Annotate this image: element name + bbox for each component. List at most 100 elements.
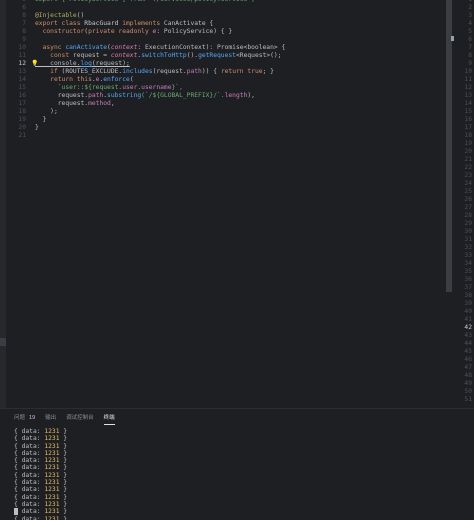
code-token: length bbox=[224, 92, 248, 99]
code-token: enforce bbox=[103, 76, 130, 83]
code-token: ( bbox=[129, 76, 134, 83]
line-number-gutter: 568789101112131415161718192021 bbox=[6, 0, 28, 408]
code-line[interactable]: request.path.substring(`/${GLOBAL_PREFIX… bbox=[35, 92, 255, 100]
code-token: context bbox=[110, 44, 138, 51]
code-line[interactable]: const request = context.switchToHttp().g… bbox=[35, 52, 281, 60]
code-line[interactable]: request.method, bbox=[35, 100, 115, 108]
terminal-text: } bbox=[59, 500, 68, 508]
code-token: console. bbox=[35, 60, 81, 67]
code-line[interactable]: } bbox=[35, 124, 39, 132]
terminal-line: { data: 1231 } bbox=[14, 494, 454, 501]
terminal-text: } bbox=[59, 457, 68, 465]
terminal-number: 1231 bbox=[44, 464, 60, 472]
code-editor[interactable]: 568789101112131415161718192021 💡 import … bbox=[0, 0, 474, 408]
secondary-line-number: 36 bbox=[464, 276, 472, 283]
panel-tab[interactable]: 调试控制台 bbox=[66, 413, 94, 425]
code-token: switchToHttp bbox=[141, 52, 187, 59]
secondary-line-number: 17 bbox=[464, 124, 472, 131]
code-line[interactable]: return this.e.enforce( bbox=[35, 76, 134, 84]
code-line[interactable]: `user::${request.user.username}`, bbox=[35, 84, 183, 92]
code-token: request. bbox=[35, 100, 89, 107]
terminal-line: { data: 1231 } bbox=[14, 501, 454, 508]
secondary-line-number: 41 bbox=[464, 316, 472, 323]
code-token: RbacGuard bbox=[84, 20, 123, 27]
secondary-line-number: 21 bbox=[464, 156, 472, 163]
secondary-line-number: 46 bbox=[464, 356, 472, 363]
terminal-line: { data: 1231 } bbox=[14, 486, 454, 493]
terminal-text: { data: bbox=[14, 464, 45, 472]
terminal-line: { data: 1231 } bbox=[14, 508, 454, 515]
terminal-output[interactable]: { data: 1231 }{ data: 1231 }{ data: 1231… bbox=[14, 428, 454, 520]
code-line[interactable]: } bbox=[35, 116, 47, 124]
code-token: class bbox=[61, 20, 85, 27]
code-area[interactable]: import { PolicyService } from './service… bbox=[35, 0, 445, 408]
secondary-line-number: 37 bbox=[464, 284, 472, 291]
secondary-line-number: 28 bbox=[464, 212, 472, 219]
line-number: 6 bbox=[22, 4, 26, 11]
terminal-number: 1231 bbox=[44, 471, 60, 479]
scroll-marker bbox=[451, 36, 454, 41]
code-token: () bbox=[76, 12, 85, 19]
panel-tab-label: 终端 bbox=[103, 415, 115, 421]
secondary-line-number: 35 bbox=[464, 268, 472, 275]
terminal-text: } bbox=[59, 486, 68, 494]
code-token: private readonly bbox=[88, 28, 153, 35]
terminal-number: 1231 bbox=[44, 486, 60, 494]
terminal-text: { data: bbox=[14, 508, 45, 516]
secondary-line-number: 38 bbox=[464, 292, 472, 299]
terminal-cursor bbox=[14, 508, 18, 515]
code-line[interactable]: async canActivate(context: ExecutionCont… bbox=[35, 44, 286, 52]
terminal-text: { data: bbox=[14, 493, 45, 501]
secondary-line-number: 42 bbox=[464, 324, 472, 331]
code-token: ; } bbox=[262, 68, 274, 75]
code-line[interactable]: export class RbacGuard implements CanAct… bbox=[35, 20, 213, 28]
secondary-line-number: 18 bbox=[464, 132, 472, 139]
vertical-scrollbar[interactable] bbox=[446, 0, 452, 292]
left-scroll-handle[interactable] bbox=[0, 338, 6, 346]
terminal-text: { data: bbox=[14, 471, 45, 479]
line-number: 16 bbox=[18, 92, 26, 99]
code-line[interactable]: @Injectable() bbox=[35, 12, 84, 20]
terminal-text: { data: bbox=[14, 457, 45, 465]
code-line[interactable]: console.log(request); bbox=[35, 60, 130, 68]
code-token: method bbox=[88, 100, 111, 107]
terminal-text: } bbox=[59, 428, 68, 435]
terminal-text: } bbox=[59, 435, 68, 443]
terminal-line: { data: 1231 } bbox=[14, 457, 454, 464]
code-token: (ROUTES_EXCLUDE. bbox=[61, 68, 123, 75]
terminal-number: 1231 bbox=[44, 493, 60, 501]
code-line[interactable]: import { PolicyService } from './service… bbox=[35, 0, 255, 4]
code-token: } bbox=[35, 124, 39, 131]
code-token: substring bbox=[107, 92, 142, 99]
secondary-line-number: 30 bbox=[464, 228, 472, 235]
line-number: 17 bbox=[18, 100, 26, 107]
line-number: 20 bbox=[18, 124, 26, 131]
code-token: path bbox=[186, 68, 202, 75]
code-token: (request. bbox=[152, 68, 187, 75]
code-token: return this bbox=[35, 76, 92, 83]
code-token: ); bbox=[35, 108, 58, 115]
terminal-text: { data: bbox=[14, 486, 45, 494]
secondary-line-number: 24 bbox=[464, 180, 472, 187]
terminal-text: } bbox=[59, 479, 68, 487]
code-line[interactable]: constructor(private readonly e: PolicySe… bbox=[35, 28, 233, 36]
panel-tab[interactable]: 问题 19 bbox=[14, 413, 35, 425]
code-token: log bbox=[80, 60, 92, 67]
panel-tab[interactable]: 终端 bbox=[103, 413, 115, 425]
code-line[interactable]: ); bbox=[35, 108, 58, 116]
terminal-text: { data: bbox=[14, 479, 45, 487]
code-token: implements bbox=[122, 20, 164, 27]
secondary-line-number: 50 bbox=[464, 388, 472, 395]
secondary-line-number: 10 bbox=[464, 68, 472, 75]
line-number: 13 bbox=[18, 68, 26, 75]
code-token: user bbox=[122, 84, 138, 91]
secondary-line-number: 3 bbox=[468, 12, 472, 19]
terminal-line: { data: 1231 } bbox=[14, 464, 454, 471]
code-token: request. bbox=[35, 92, 89, 99]
secondary-line-number: 27 bbox=[464, 204, 472, 211]
panel-tab[interactable]: 输出 bbox=[45, 413, 56, 425]
code-token: canActivate bbox=[65, 44, 108, 51]
secondary-line-number: 39 bbox=[464, 300, 472, 307]
code-line[interactable]: if (ROUTES_EXCLUDE.includes(request.path… bbox=[35, 68, 274, 76]
terminal-text: { data: bbox=[14, 442, 45, 450]
